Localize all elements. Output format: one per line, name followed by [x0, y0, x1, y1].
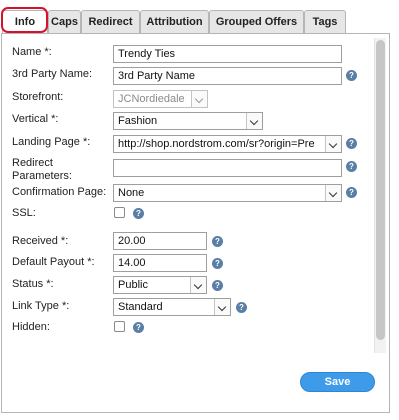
vertical-label: Vertical *:	[12, 113, 59, 125]
chevron-down-icon	[214, 299, 230, 315]
help-icon[interactable]: ?	[346, 187, 357, 198]
storefront-select: JCNordiedale	[113, 90, 208, 108]
hidden-label: Hidden:	[12, 321, 50, 333]
link-type-label: Link Type *:	[12, 300, 70, 312]
link-type-value: Standard	[118, 301, 163, 313]
chevron-down-icon	[246, 113, 262, 129]
confirmation-page-select[interactable]: None	[113, 184, 342, 202]
save-button[interactable]: Save	[300, 372, 375, 392]
default-payout-label: Default Payout *:	[12, 256, 95, 268]
status-label: Status *:	[12, 278, 54, 290]
tab-bar: Info Caps Redirect Attribution Grouped O…	[0, 0, 399, 35]
tab-caps[interactable]: Caps	[48, 10, 81, 33]
help-icon[interactable]: ?	[212, 258, 223, 269]
default-payout-field[interactable]: 14.00	[113, 254, 207, 272]
help-icon[interactable]: ?	[133, 208, 144, 219]
tab-attribution[interactable]: Attribution	[140, 10, 209, 33]
landing-page-value: http://shop.nordstrom.com/sr?origin=Pre	[118, 138, 315, 150]
tab-grouped-offers[interactable]: Grouped Offers	[209, 10, 304, 33]
landing-page-label: Landing Page *:	[12, 136, 91, 148]
tab-redirect[interactable]: Redirect	[81, 10, 140, 33]
redirect-parameters-label-line2: Parameters:	[12, 170, 72, 182]
chevron-down-icon	[191, 91, 207, 107]
redirect-parameters-label-line1: Redirect	[12, 157, 53, 169]
help-icon[interactable]: ?	[346, 70, 357, 81]
confirmation-page-label: Confirmation Page:	[12, 186, 107, 198]
help-icon[interactable]: ?	[212, 280, 223, 291]
hidden-checkbox[interactable]	[114, 321, 125, 332]
received-field[interactable]: 20.00	[113, 232, 207, 250]
chevron-down-icon	[325, 185, 341, 201]
confirmation-page-value: None	[118, 187, 145, 199]
third-party-name-label: 3rd Party Name:	[12, 68, 93, 80]
help-icon[interactable]: ?	[133, 322, 144, 333]
status-select[interactable]: Public	[113, 276, 207, 294]
scrollbar[interactable]	[374, 38, 386, 353]
link-type-select[interactable]: Standard	[113, 298, 231, 316]
chevron-down-icon	[190, 277, 206, 293]
ssl-checkbox[interactable]	[114, 207, 125, 218]
storefront-value: JCNordiedale	[118, 93, 185, 105]
landing-page-select[interactable]: http://shop.nordstrom.com/sr?origin=Pre	[113, 135, 342, 153]
received-label: Received *:	[12, 235, 69, 247]
help-icon[interactable]: ?	[236, 302, 247, 313]
ssl-label: SSL:	[12, 207, 36, 219]
name-label: Name *:	[12, 46, 52, 58]
status-value: Public	[118, 279, 148, 291]
help-icon[interactable]: ?	[346, 161, 357, 172]
help-icon[interactable]: ?	[212, 236, 223, 247]
redirect-parameters-label: Redirect Parameters:	[12, 157, 72, 183]
help-icon[interactable]: ?	[346, 138, 357, 149]
tab-tags[interactable]: Tags	[304, 10, 346, 33]
scrollbar-thumb[interactable]	[376, 40, 385, 340]
name-field[interactable]: Trendy Ties	[113, 45, 342, 63]
tab-info[interactable]: Info	[2, 10, 48, 35]
third-party-name-field[interactable]: 3rd Party Name	[113, 67, 342, 85]
vertical-value: Fashion	[118, 115, 158, 127]
redirect-parameters-field[interactable]	[113, 159, 342, 177]
vertical-select[interactable]: Fashion	[113, 112, 263, 130]
chevron-down-icon	[325, 136, 341, 152]
storefront-label: Storefront:	[12, 91, 64, 103]
